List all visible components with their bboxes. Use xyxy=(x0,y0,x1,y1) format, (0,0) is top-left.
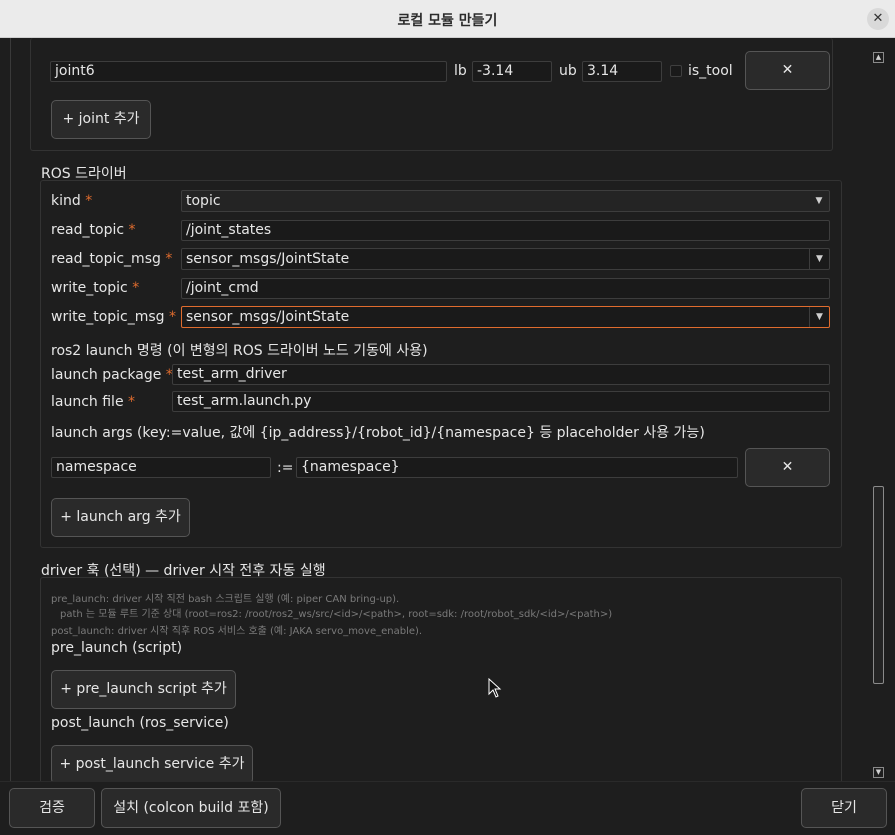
hooks-help-line2: path 는 모듈 루트 기준 상대 (root=ros2: /root/ros… xyxy=(60,609,613,620)
read-topic-msg-combo[interactable]: sensor_msgs/JointState ▼ xyxy=(181,248,830,270)
install-button[interactable]: 설치 (colcon build 포함) xyxy=(101,788,281,828)
launch-file-label: launch file * xyxy=(51,394,136,410)
read-topic-label: read_topic * xyxy=(51,222,136,238)
write-topic-msg-value: sensor_msgs/JointState xyxy=(186,309,350,325)
close-icon: ✕ xyxy=(872,11,884,26)
scrollbar-thumb[interactable] xyxy=(873,486,884,684)
joint-is-tool-label: is_tool xyxy=(688,63,733,79)
joint-is-tool-checkbox[interactable] xyxy=(670,65,682,77)
launch-arg-key-input[interactable]: namespace xyxy=(51,457,271,478)
launch-package-label: launch package * xyxy=(51,367,173,383)
write-topic-msg-combo[interactable]: sensor_msgs/JointState ▼ xyxy=(181,306,830,328)
vertical-scrollbar[interactable]: ▲ ▼ xyxy=(870,48,886,781)
joint-ub-input[interactable]: 3.14 xyxy=(582,61,662,82)
hooks-help-line3: post_launch: driver 시작 직후 ROS 서비스 호출 (예:… xyxy=(51,626,423,637)
launch-arg-assign-label: := xyxy=(277,460,294,476)
close-icon: ✕ xyxy=(781,459,794,475)
add-post-launch-service-button[interactable]: + post_launch service 추가 xyxy=(51,745,253,784)
launch-arg-value-input[interactable]: {namespace} xyxy=(296,457,738,478)
add-joint-button[interactable]: + joint 추가 xyxy=(51,100,151,139)
launch-file-input[interactable]: test_arm.launch.py xyxy=(172,391,830,412)
post-launch-label: post_launch (ros_service) xyxy=(51,715,229,731)
dialog-button-bar: 검증 설치 (colcon build 포함) 닫기 xyxy=(0,781,895,835)
kind-select-value: topic xyxy=(186,193,221,209)
window-title: 로컬 모듈 만들기 xyxy=(397,13,498,29)
chevron-down-icon[interactable]: ▼ xyxy=(809,249,829,269)
kind-label: kind * xyxy=(51,193,93,209)
write-topic-label: write_topic * xyxy=(51,280,140,296)
launch-args-heading: launch args (key:=value, 값에 {ip_address}… xyxy=(51,425,705,441)
joint-lb-label: lb xyxy=(454,63,467,79)
read-topic-msg-label: read_topic_msg * xyxy=(51,251,173,267)
joint-lb-input[interactable]: -3.14 xyxy=(472,61,552,82)
kind-select[interactable]: topic ▼ xyxy=(181,190,830,212)
launch-command-heading: ros2 launch 명령 (이 변형의 ROS 드라이버 노드 기동에 사용… xyxy=(51,343,428,359)
scroll-up-arrow-icon[interactable]: ▲ xyxy=(873,52,884,63)
add-pre-launch-script-button[interactable]: + pre_launch script 추가 xyxy=(51,670,236,709)
close-icon: ✕ xyxy=(781,62,794,78)
read-topic-msg-value: sensor_msgs/JointState xyxy=(186,251,350,267)
write-topic-input[interactable]: /joint_cmd xyxy=(181,278,830,299)
mouse-pointer-icon xyxy=(488,678,502,698)
add-launch-arg-button[interactable]: + launch arg 추가 xyxy=(51,498,190,537)
read-topic-input[interactable]: /joint_states xyxy=(181,220,830,241)
joint-remove-button[interactable]: ✕ xyxy=(745,51,830,90)
launch-arg-remove-button[interactable]: ✕ xyxy=(745,448,830,487)
validate-button[interactable]: 검증 xyxy=(9,788,95,828)
joint-ub-label: ub xyxy=(559,63,577,79)
window-titlebar: 로컬 모듈 만들기 ✕ xyxy=(0,0,895,38)
pre-launch-label: pre_launch (script) xyxy=(51,640,183,656)
scroll-down-arrow-icon[interactable]: ▼ xyxy=(873,767,884,778)
joint-name-input[interactable]: joint6 xyxy=(50,61,447,82)
window-close-button[interactable]: ✕ xyxy=(867,8,889,30)
chevron-down-icon[interactable]: ▼ xyxy=(809,307,829,327)
chevron-down-icon: ▼ xyxy=(815,196,823,206)
launch-package-input[interactable]: test_arm_driver xyxy=(172,364,830,385)
close-dialog-button[interactable]: 닫기 xyxy=(801,788,887,828)
hooks-help-line1: pre_launch: driver 시작 직전 bash 스크립트 실행 (예… xyxy=(51,594,400,605)
write-topic-msg-label: write_topic_msg * xyxy=(51,309,176,325)
